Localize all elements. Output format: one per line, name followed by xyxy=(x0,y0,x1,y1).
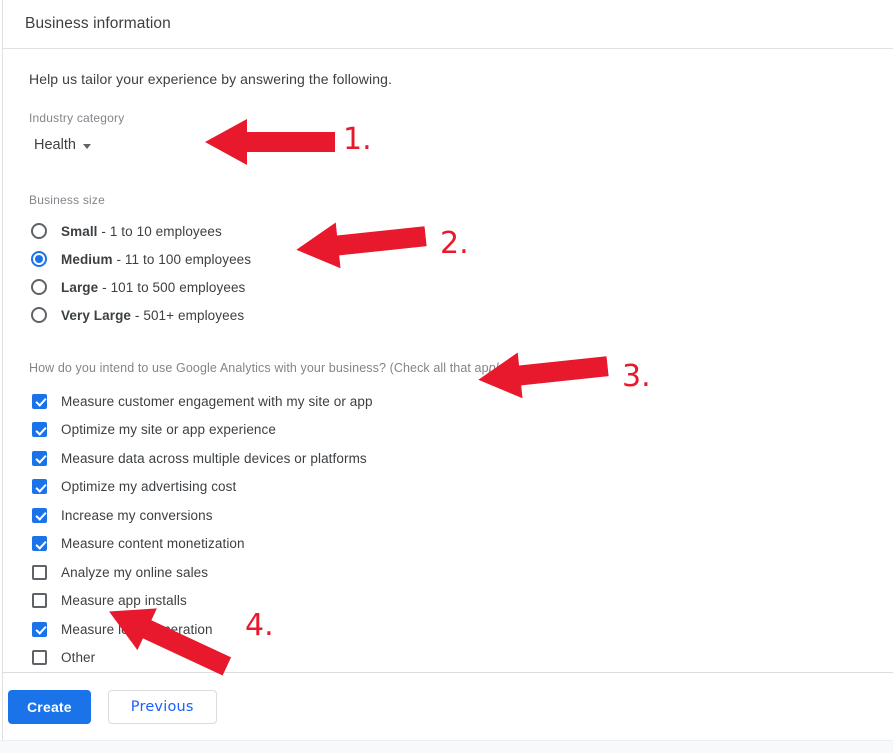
intent-option-2[interactable]: Measure data across multiple devices or … xyxy=(29,444,893,473)
card-header: Business information xyxy=(3,0,893,49)
checkbox-icon[interactable] xyxy=(32,593,47,609)
intent-checkbox-list: Measure customer engagement with my site… xyxy=(29,387,893,672)
card-body: Help us tailor your experience by answer… xyxy=(3,49,893,672)
checkbox-icon[interactable] xyxy=(32,536,47,552)
intent-option-label: Measure lead generation xyxy=(61,621,213,637)
intent-option-label: Measure customer engagement with my site… xyxy=(61,393,373,409)
business-size-option-small[interactable]: Small - 1 to 10 employees xyxy=(29,217,893,245)
industry-category-label: Industry category xyxy=(29,111,125,125)
radio-icon[interactable] xyxy=(31,279,47,295)
intent-option-4[interactable]: Increase my conversions xyxy=(29,501,893,530)
intent-option-1[interactable]: Optimize my site or app experience xyxy=(29,416,893,445)
industry-category-value: Health xyxy=(34,137,76,153)
business-size-option-label: Large - 101 to 500 employees xyxy=(61,279,246,295)
checkbox-icon[interactable] xyxy=(32,393,47,409)
checkbox-icon[interactable] xyxy=(32,450,47,466)
intent-option-label: Optimize my advertising cost xyxy=(61,479,237,495)
business-size-option-medium[interactable]: Medium - 11 to 100 employees xyxy=(29,245,893,273)
chevron-down-icon xyxy=(82,143,91,149)
radio-icon[interactable] xyxy=(31,223,47,239)
intent-option-7[interactable]: Measure app installs xyxy=(29,587,893,616)
business-size-option-label: Small - 1 to 10 employees xyxy=(61,223,222,239)
intent-option-9[interactable]: Other xyxy=(29,644,893,673)
page-bottom-strip xyxy=(0,740,893,753)
checkbox-icon[interactable] xyxy=(32,650,47,666)
intent-option-label: Optimize my site or app experience xyxy=(61,422,276,438)
checkbox-icon[interactable] xyxy=(32,479,47,495)
business-information-card: Business information Help us tailor your… xyxy=(2,0,893,740)
intent-option-0[interactable]: Measure customer engagement with my site… xyxy=(29,387,893,416)
checkbox-icon[interactable] xyxy=(32,422,47,438)
intent-option-label: Measure content monetization xyxy=(61,536,245,552)
radio-icon[interactable] xyxy=(31,251,47,267)
create-button[interactable]: Create xyxy=(8,690,91,724)
intent-option-label: Analyze my online sales xyxy=(61,564,209,580)
radio-icon[interactable] xyxy=(31,307,47,323)
intent-option-label: Measure app installs xyxy=(61,593,187,609)
intent-question: How do you intend to use Google Analytic… xyxy=(29,361,510,375)
intent-option-label: Measure data across multiple devices or … xyxy=(61,450,367,466)
business-size-option-large[interactable]: Large - 101 to 500 employees xyxy=(29,273,893,301)
checkbox-icon[interactable] xyxy=(32,621,47,637)
business-size-option-very-large[interactable]: Very Large - 501+ employees xyxy=(29,301,893,329)
intent-option-label: Other xyxy=(61,650,96,666)
intent-option-8[interactable]: Measure lead generation xyxy=(29,615,893,644)
intent-option-3[interactable]: Optimize my advertising cost xyxy=(29,473,893,502)
checkbox-icon[interactable] xyxy=(32,564,47,580)
intent-option-6[interactable]: Analyze my online sales xyxy=(29,558,893,587)
card-footer: Create Previous xyxy=(3,672,893,724)
industry-category-dropdown[interactable]: Health xyxy=(29,135,93,155)
intent-option-label: Increase my conversions xyxy=(61,507,213,523)
business-size-option-label: Very Large - 501+ employees xyxy=(61,307,245,323)
business-size-radio-group: Small - 1 to 10 employees Medium - 11 to… xyxy=(29,217,893,329)
intent-option-5[interactable]: Measure content monetization xyxy=(29,530,893,559)
checkbox-icon[interactable] xyxy=(32,507,47,523)
business-size-option-label: Medium - 11 to 100 employees xyxy=(61,251,252,267)
page-title: Business information xyxy=(25,15,171,32)
business-size-label: Business size xyxy=(29,193,105,207)
previous-button[interactable]: Previous xyxy=(107,690,217,724)
intro-text: Help us tailor your experience by answer… xyxy=(29,71,392,87)
